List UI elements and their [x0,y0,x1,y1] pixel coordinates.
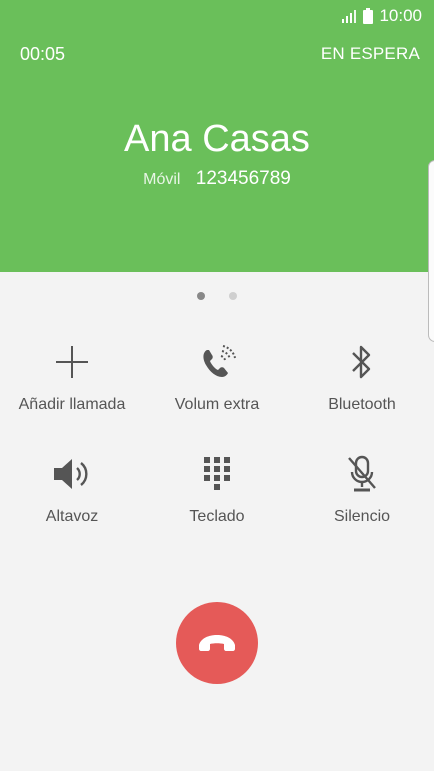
plus-icon [52,340,92,384]
mute-label: Silencio [333,508,391,525]
hold-button[interactable]: EN ESPERA [321,44,420,64]
status-bar: 10:00 [341,6,422,26]
speaker-button[interactable]: Altavoz [0,452,144,526]
battery-icon [363,8,374,24]
extra-volume-label: Volum extra [174,396,260,413]
call-actions: Añadir llamada Volum extra Bluetooth Alt… [0,340,434,564]
edge-panel-handle[interactable] [428,160,434,342]
keypad-icon [197,452,237,496]
keypad-button[interactable]: Teclado [145,452,289,526]
add-call-button[interactable]: Añadir llamada [0,340,144,414]
caller-number: 123456789 [195,168,291,189]
phone-hangup-icon [199,635,235,651]
call-header: 10:00 00:05 EN ESPERA Ana Casas Móvil 12… [0,0,434,272]
caller-number-line: Móvil 123456789 [0,168,434,190]
mic-mute-icon [342,452,382,496]
add-call-label: Añadir llamada [18,396,126,413]
phone-volume-icon [197,340,237,384]
status-time: 10:00 [379,6,422,25]
mute-button[interactable]: Silencio [290,452,434,526]
extra-volume-button[interactable]: Volum extra [145,340,289,414]
bluetooth-label: Bluetooth [328,396,396,413]
page-dot [197,292,205,300]
call-timer: 00:05 [20,44,66,64]
speaker-icon [52,452,92,496]
signal-icon [342,10,357,23]
page-dot [229,292,237,300]
end-call-button[interactable] [176,602,258,684]
bluetooth-icon [342,340,382,384]
bluetooth-button[interactable]: Bluetooth [290,340,434,414]
number-type: Móvil [143,171,181,188]
keypad-label: Teclado [189,508,245,525]
caller-name: Ana Casas [124,118,310,160]
page-indicator [0,292,434,300]
speaker-label: Altavoz [45,508,99,525]
